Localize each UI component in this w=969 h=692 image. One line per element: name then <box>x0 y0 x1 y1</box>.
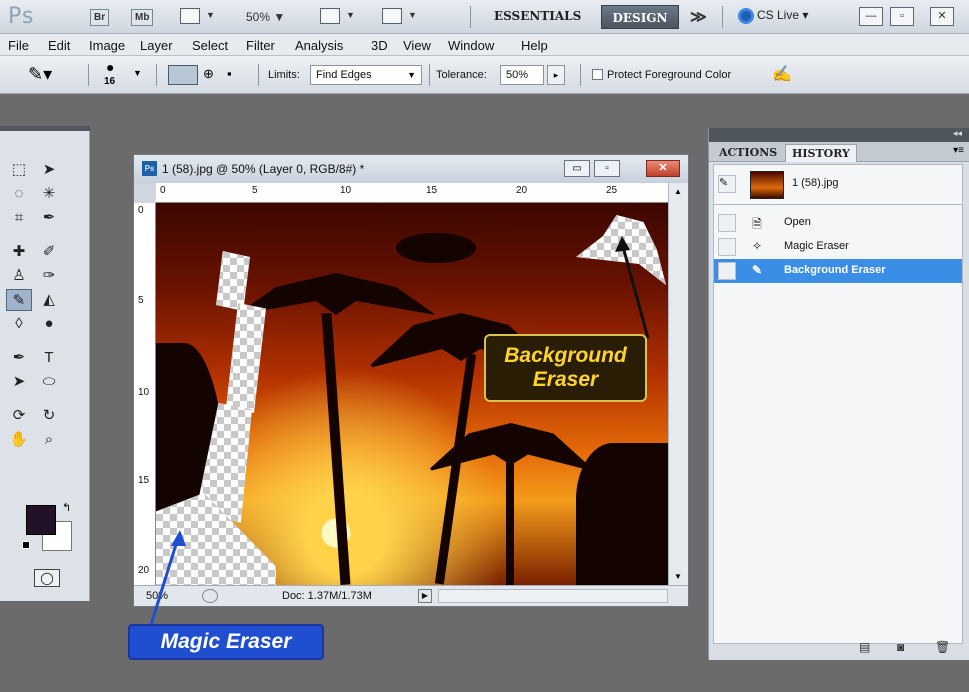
history-snapshot[interactable]: ✎ 1 (58).jpg <box>714 165 962 205</box>
history-source-box[interactable] <box>718 262 736 280</box>
history-item-label: Open <box>784 216 811 228</box>
magic-eraser-callout: Magic Eraser <box>128 624 324 660</box>
arrowhead <box>615 236 630 252</box>
collapse-icon[interactable]: ◂◂ <box>953 128 962 139</box>
snapshot-thumbnail <box>750 171 784 199</box>
document-icon: 🗎 <box>752 217 762 231</box>
callout-text: Background <box>504 344 627 367</box>
history-brush-source-icon[interactable]: ✎ <box>718 175 736 193</box>
history-item-label: Magic Eraser <box>784 240 849 252</box>
history-item-magic-eraser[interactable]: ✧ Magic Eraser <box>714 235 962 259</box>
background-eraser-callout: Background Eraser <box>484 334 647 402</box>
history-list: ✎ 1 (58).jpg 🗎 Open ✧ Magic Eraser ✎ Bac… <box>713 164 963 644</box>
arrowhead <box>171 530 186 546</box>
history-item-label: Background Eraser <box>784 264 886 276</box>
history-source-box[interactable] <box>718 214 736 232</box>
new-snapshot-icon[interactable]: ◙ <box>897 640 904 654</box>
arrow-magic-eraser <box>148 537 180 629</box>
history-item-open[interactable]: 🗎 Open <box>714 211 962 235</box>
history-panel-footer: ▤ ◙ 🗑 <box>713 638 963 658</box>
arrow-background-eraser <box>620 242 650 339</box>
panel-header-strip: ◂◂ <box>709 128 969 142</box>
history-panel-group: ◂◂ ACTIONS HISTORY ▾≡ ✎ 1 (58).jpg 🗎 Ope… <box>708 128 969 660</box>
new-document-from-state-icon[interactable]: ▤ <box>859 640 870 654</box>
tab-history[interactable]: HISTORY <box>785 144 857 162</box>
callout-text: Eraser <box>532 368 599 391</box>
magic-eraser-icon: ✧ <box>751 239 763 253</box>
snapshot-label: 1 (58).jpg <box>792 177 839 189</box>
panel-tabs: ACTIONS HISTORY ▾≡ <box>709 142 969 162</box>
history-source-box[interactable] <box>718 238 736 256</box>
panel-menu-icon[interactable]: ▾≡ <box>953 145 964 156</box>
trash-icon[interactable]: 🗑 <box>935 640 950 654</box>
background-eraser-icon: ✎ <box>751 263 763 277</box>
tab-actions[interactable]: ACTIONS <box>713 144 783 162</box>
foreground-color-swatch[interactable] <box>26 505 56 535</box>
history-item-background-eraser[interactable]: ✎ Background Eraser <box>714 259 962 283</box>
